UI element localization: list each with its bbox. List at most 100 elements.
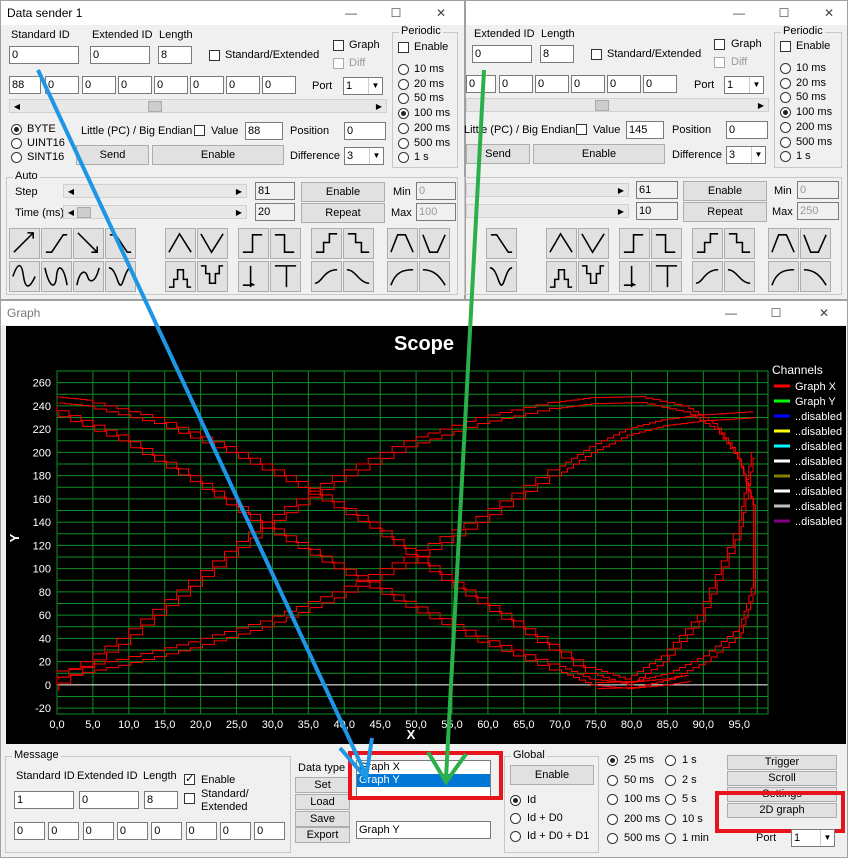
time-slider[interactable]: ◀ ▶ xyxy=(63,205,247,219)
msg-byte-4-input[interactable]: 0 xyxy=(151,822,183,840)
length-input[interactable]: 8 xyxy=(540,45,574,63)
port-select[interactable]: 1 ▼ xyxy=(343,77,383,95)
period-radio-20-ms[interactable] xyxy=(398,78,409,90)
set-button[interactable]: Set xyxy=(295,777,350,793)
waveform-triangle-down-button[interactable] xyxy=(197,228,228,259)
msg-byte-3-input[interactable]: 0 xyxy=(116,822,148,840)
waveform-ramp-up-button[interactable] xyxy=(9,228,40,259)
slider-right-arrow-icon[interactable]: ▶ xyxy=(755,100,767,111)
slider-right-arrow-icon[interactable]: ▶ xyxy=(615,206,627,217)
value-slider[interactable]: ◀ ▶ xyxy=(9,99,387,113)
msg-length-input[interactable]: 8 xyxy=(144,791,178,809)
graph-name-input[interactable]: Graph Y xyxy=(356,821,491,839)
byte-0-input[interactable]: 88 xyxy=(9,76,41,94)
send-button[interactable]: Send xyxy=(76,145,149,165)
chevron-down-icon[interactable]: ▼ xyxy=(369,148,383,164)
close-icon[interactable]: ✕ xyxy=(426,3,456,23)
position-input[interactable]: 0 xyxy=(726,121,768,139)
slider-thumb[interactable] xyxy=(595,100,609,111)
waveform-step-down-button[interactable] xyxy=(270,228,301,259)
step-value-input[interactable]: 61 xyxy=(636,181,678,199)
chevron-down-icon[interactable]: ▼ xyxy=(749,77,763,93)
enable-button[interactable]: Enable xyxy=(152,145,284,165)
step-slider[interactable]: ▶ xyxy=(466,183,629,197)
chevron-down-icon[interactable]: ▼ xyxy=(751,147,765,163)
scroll-button[interactable]: Scroll xyxy=(727,771,837,786)
slider-right-arrow-icon[interactable]: ▶ xyxy=(615,185,627,196)
waveform-tgh-fall-button[interactable] xyxy=(724,261,755,292)
extended-id-input[interactable]: 0 xyxy=(90,46,150,64)
diff-checkbox[interactable] xyxy=(333,58,344,69)
slider-left-arrow-icon[interactable]: ◀ xyxy=(65,186,77,197)
msg-byte-7-input[interactable]: 0 xyxy=(254,822,286,840)
slider-right-arrow-icon[interactable]: ▶ xyxy=(233,186,245,197)
waveform-trapezoid-button[interactable] xyxy=(387,228,418,259)
export-button[interactable]: Export xyxy=(295,827,350,843)
byte-3-input[interactable]: 0 xyxy=(499,75,533,93)
rate-radio-50-ms[interactable] xyxy=(607,774,618,786)
min-input[interactable]: 0 xyxy=(797,181,839,199)
msg-std-ext-checkbox[interactable] xyxy=(184,793,195,804)
waveform-edge-button[interactable] xyxy=(651,261,682,292)
waveform-sine-button[interactable] xyxy=(9,261,40,292)
waveform-cosine-button[interactable] xyxy=(73,261,104,292)
length-input[interactable]: 8 xyxy=(158,46,192,64)
maximize-icon[interactable]: ☐ xyxy=(761,303,791,323)
slider-right-arrow-icon[interactable]: ▶ xyxy=(233,207,245,218)
byte-4-input[interactable]: 0 xyxy=(154,76,188,94)
graph-port-select[interactable]: 1 ▼ xyxy=(791,829,835,847)
step-value-input[interactable]: 81 xyxy=(255,182,295,200)
period-radio-500-ms[interactable] xyxy=(398,137,409,149)
waveform-impulse-button[interactable] xyxy=(619,261,650,292)
maximize-icon[interactable]: ☐ xyxy=(769,3,799,23)
rate-radio-200-ms[interactable] xyxy=(607,813,618,825)
extended-id-input[interactable]: 0 xyxy=(472,45,532,63)
slider-thumb[interactable] xyxy=(77,207,91,218)
periodic-enable-checkbox[interactable] xyxy=(398,42,409,53)
period-radio-20-ms[interactable] xyxy=(780,77,791,89)
period-radio-200-ms[interactable] xyxy=(780,121,791,133)
waveform-sine-inverted-button[interactable] xyxy=(41,261,72,292)
waveform-staircase-down-button[interactable] xyxy=(343,228,374,259)
byte-radio[interactable] xyxy=(11,124,22,135)
value-input[interactable]: 88 xyxy=(245,122,283,140)
waveform-pulse-down-button[interactable] xyxy=(578,261,609,292)
rate-radio-25-ms[interactable] xyxy=(607,755,618,766)
rate-radio-10-s[interactable] xyxy=(665,813,676,825)
auto-enable-button[interactable]: Enable xyxy=(301,182,385,202)
repeat-button[interactable]: Repeat xyxy=(301,203,385,223)
sint16-radio[interactable] xyxy=(11,152,22,163)
id-radio-id-d0[interactable] xyxy=(510,813,521,824)
msg-byte-1-input[interactable]: 0 xyxy=(48,822,80,840)
waveform-tgh-rise-button[interactable] xyxy=(311,261,342,292)
minimize-icon[interactable]: — xyxy=(336,3,366,23)
enable-button[interactable]: Enable xyxy=(533,144,665,164)
byte-7-input[interactable]: 0 xyxy=(643,75,677,93)
waveform-cosine-inverted-button[interactable] xyxy=(486,261,517,292)
graph-checkbox[interactable] xyxy=(333,40,344,51)
std-ext-checkbox[interactable] xyxy=(209,50,220,61)
waveform-staircase-up-button[interactable] xyxy=(311,228,342,259)
waveform-trapezoid-inverted-button[interactable] xyxy=(800,228,831,259)
msg-extended-id-input[interactable]: 0 xyxy=(79,791,139,809)
period-radio-10-ms[interactable] xyxy=(398,64,409,75)
time-value-input[interactable]: 10 xyxy=(636,202,678,220)
max-input[interactable]: 100 xyxy=(416,203,456,221)
waveform-tgh-fall-slow-button[interactable] xyxy=(800,261,831,292)
rate-radio-5-s[interactable] xyxy=(665,794,676,805)
chevron-down-icon[interactable]: ▼ xyxy=(368,78,382,94)
byte-6-input[interactable]: 0 xyxy=(226,76,260,94)
periodic-enable-checkbox[interactable] xyxy=(780,41,791,52)
step-slider[interactable]: ◀ ▶ xyxy=(63,184,247,198)
period-radio-10-ms[interactable] xyxy=(780,63,791,74)
difference-select[interactable]: 3 ▼ xyxy=(344,147,384,165)
byte-2-input[interactable]: 0 xyxy=(466,75,496,93)
trigger-button[interactable]: Trigger xyxy=(727,755,837,770)
slider-left-arrow-icon[interactable]: ◀ xyxy=(11,101,23,112)
byte-1-input[interactable]: 0 xyxy=(45,76,79,94)
auto-enable-button[interactable]: Enable xyxy=(683,181,767,201)
time-slider[interactable]: ▶ xyxy=(466,204,629,218)
msg-byte-2-input[interactable]: 0 xyxy=(82,822,114,840)
difference-select[interactable]: 3 ▼ xyxy=(726,146,766,164)
std-ext-checkbox[interactable] xyxy=(591,49,602,60)
